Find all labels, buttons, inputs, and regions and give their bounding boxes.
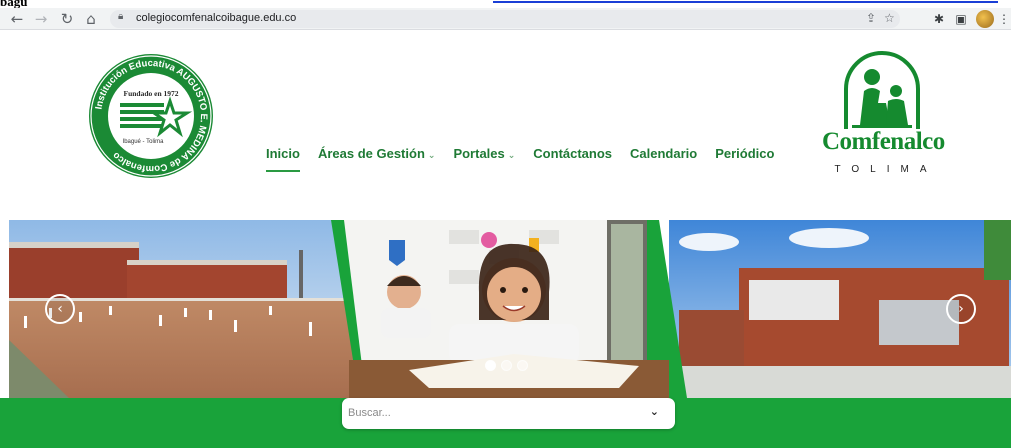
- address-bar-url: colegiocomfenalcoibague.edu.co: [136, 12, 297, 24]
- menu-item-label: Áreas de Gestión: [317, 146, 425, 161]
- slider-dot-3[interactable]: [517, 360, 528, 371]
- menu-item-label: Calendario: [630, 146, 698, 161]
- comfenalco-region: TOLIMA: [834, 164, 938, 175]
- lock-icon[interactable]: 🔒︎: [118, 11, 123, 22]
- menu-item-calendario[interactable]: Calendario: [630, 146, 697, 166]
- slider-prev-button[interactable]: ‹: [45, 294, 75, 324]
- menu-item-label: Portales: [453, 146, 505, 161]
- search-select[interactable]: Buscar... ⌄: [342, 398, 675, 429]
- arrow-left-icon[interactable]: ←: [8, 10, 26, 28]
- search-placeholder: Buscar...: [348, 407, 391, 419]
- chevron-down-icon[interactable]: ⌄: [650, 405, 659, 418]
- menu-item-contactanos[interactable]: Contáctanos: [533, 146, 612, 166]
- profile-avatar[interactable]: [976, 10, 994, 28]
- menu-item-periodico[interactable]: Periódico: [715, 146, 774, 166]
- menu-item-label: Contáctanos: [533, 146, 613, 161]
- slider-dot-1[interactable]: [485, 360, 496, 371]
- puzzle-icon[interactable]: ✱: [930, 10, 948, 28]
- share-icon[interactable]: ⇪: [866, 11, 876, 25]
- menu-item-inicio[interactable]: Inicio: [266, 146, 300, 172]
- reload-icon[interactable]: ↻: [58, 10, 76, 28]
- menu-item-label: Periódico: [715, 146, 775, 161]
- seal-city-text: Ibagué - Tolima: [123, 139, 165, 145]
- hero-slider: [9, 220, 1011, 398]
- comfenalco-brand: Comfenalco: [822, 128, 945, 155]
- school-seal-logo[interactable]: Institución Educativa AUGUSTO E. MEDINA …: [88, 53, 214, 179]
- website: Institución Educativa AUGUSTO E. MEDINA …: [0, 31, 1011, 448]
- arrow-right-icon[interactable]: →: [32, 10, 50, 28]
- main-menu: Inicio Áreas de Gestión ⌄ Portales ⌄ Contá…: [266, 146, 792, 172]
- slider-next-button[interactable]: ›: [946, 294, 976, 324]
- menu-item-label: Inicio: [266, 146, 300, 161]
- menu-item-areas-de-gestion[interactable]: Áreas de Gestión ⌄: [318, 146, 435, 166]
- comfenalco-arch-icon: [844, 51, 920, 129]
- seal-founded-text: Fundado en 1972: [123, 89, 178, 98]
- top-strip-text: bagu: [0, 0, 28, 8]
- chevron-down-icon: ⌄: [427, 151, 436, 161]
- menu-item-portales[interactable]: Portales ⌄: [453, 146, 515, 166]
- star-icon[interactable]: ☆: [884, 11, 895, 25]
- home-icon[interactable]: ⌂: [82, 10, 100, 28]
- kebab-menu-icon[interactable]: ⋮: [998, 10, 1010, 28]
- slider-pagination: [485, 360, 528, 371]
- top-strip: bagu: [0, 0, 1011, 8]
- browser-toolbar: ← → ↻ ⌂ 🔒︎ colegiocomfenalcoibague.edu.c…: [0, 8, 1011, 30]
- side-panel-icon[interactable]: ▣: [952, 10, 970, 28]
- slider-dot-2[interactable]: [501, 360, 512, 371]
- slide-student-image: [331, 220, 687, 398]
- top-strip-link[interactable]: [493, 0, 998, 3]
- address-bar[interactable]: 🔒︎ colegiocomfenalcoibague.edu.co ⇪ ☆: [110, 10, 900, 28]
- chevron-down-icon: ⌄: [507, 151, 516, 161]
- comfenalco-logo[interactable]: Comfenalco TOLIMA: [822, 51, 945, 181]
